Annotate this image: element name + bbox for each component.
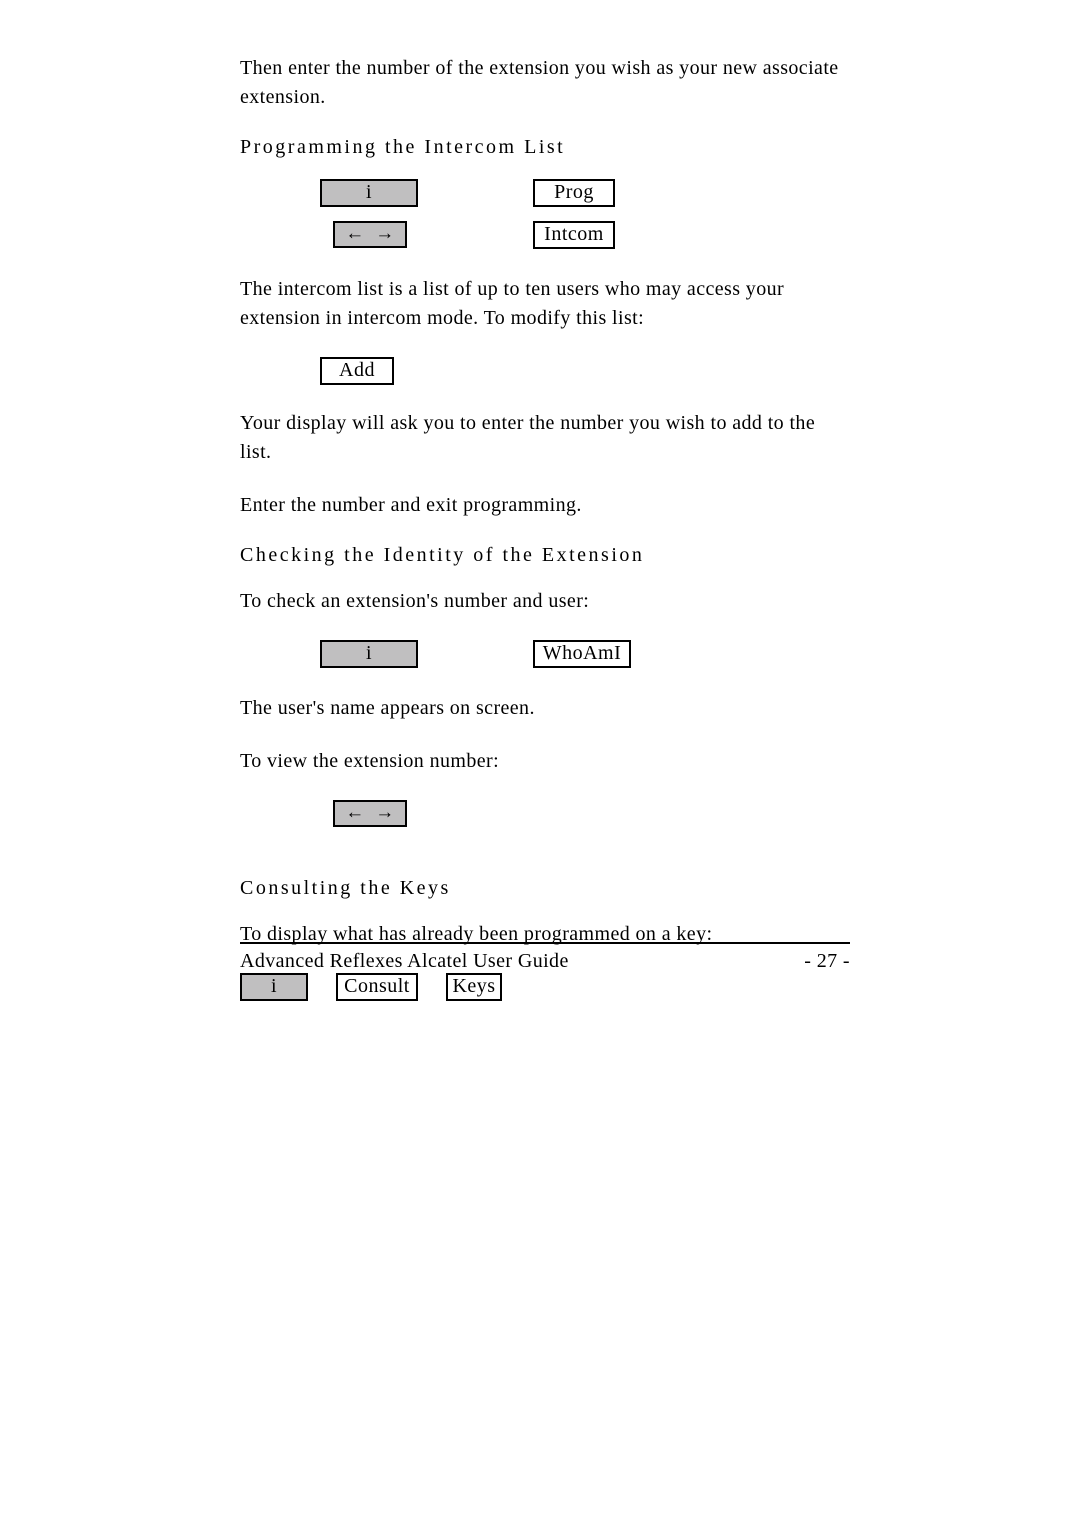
intcom-softkey: Intcom bbox=[533, 221, 615, 249]
key-row: ← → Intcom bbox=[240, 221, 840, 249]
footer-rule bbox=[240, 942, 850, 944]
paragraph: To check an extension's number and user: bbox=[240, 587, 840, 616]
i-key-shaded: i bbox=[240, 973, 308, 1001]
paragraph: To view the extension number: bbox=[240, 747, 840, 776]
keys-softkey: Keys bbox=[446, 973, 502, 1001]
page-footer: Advanced Reflexes Alcatel User Guide - 2… bbox=[240, 942, 850, 973]
prog-softkey: Prog bbox=[533, 179, 615, 207]
arrow-keys-shaded: ← → bbox=[333, 221, 407, 248]
section-heading: Consulting the Keys bbox=[240, 877, 840, 900]
paragraph: The intercom list is a list of up to ten… bbox=[240, 275, 840, 333]
i-key-shaded: i bbox=[320, 179, 418, 207]
paragraph: Enter the number and exit programming. bbox=[240, 491, 840, 520]
arrow-keys-shaded: ← → bbox=[333, 800, 407, 827]
footer-title: Advanced Reflexes Alcatel User Guide bbox=[240, 950, 569, 973]
add-softkey: Add bbox=[320, 357, 394, 385]
i-key-shaded: i bbox=[320, 640, 418, 668]
key-row: i Consult Keys bbox=[240, 973, 840, 1001]
page-number: - 27 - bbox=[804, 950, 850, 973]
paragraph: The user's name appears on screen. bbox=[240, 694, 840, 723]
paragraph: Then enter the number of the extension y… bbox=[240, 54, 840, 112]
key-row: Add bbox=[320, 357, 840, 385]
consult-softkey: Consult bbox=[336, 973, 418, 1001]
section-heading: Checking the Identity of the Extension bbox=[240, 544, 840, 567]
whoami-softkey: WhoAmI bbox=[533, 640, 631, 668]
key-row: i WhoAmI bbox=[240, 640, 840, 668]
paragraph: Your display will ask you to enter the n… bbox=[240, 409, 840, 467]
section-heading: Programming the Intercom List bbox=[240, 136, 840, 159]
key-row: ← → bbox=[333, 800, 840, 827]
key-row: i Prog bbox=[240, 179, 840, 207]
document-page: Then enter the number of the extension y… bbox=[0, 0, 1080, 1528]
